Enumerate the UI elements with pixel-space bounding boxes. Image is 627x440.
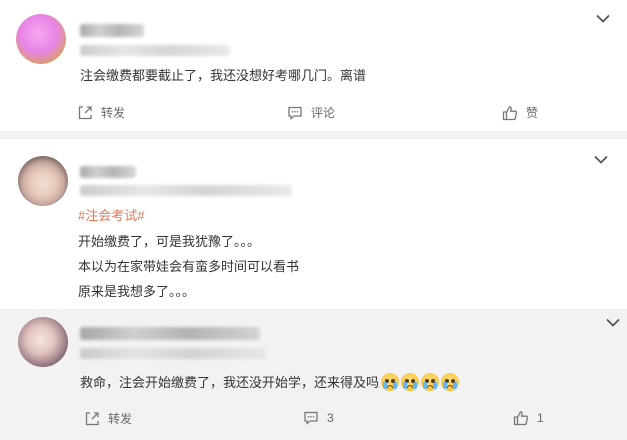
hashtag-link[interactable]: #注会考试#: [78, 207, 144, 225]
thumbs-up-icon: [513, 411, 529, 426]
thumbs-up-icon: [502, 105, 518, 120]
like-label: 赞: [526, 106, 539, 120]
chevron-down-icon[interactable]: [606, 318, 620, 327]
avatar[interactable]: [16, 14, 66, 64]
post-meta-redacted: [80, 45, 230, 56]
repost-button[interactable]: 转发: [77, 104, 125, 121]
crying-emoji-icon: [421, 373, 440, 391]
comment-button[interactable]: 评论: [287, 104, 335, 121]
repost-label: 转发: [108, 412, 133, 426]
comment-label: 评论: [311, 106, 336, 120]
comment-line: 原来是我想多了。。。: [78, 284, 196, 299]
comment-icon: [288, 106, 302, 120]
chevron-down-icon[interactable]: [594, 155, 608, 164]
avatar[interactable]: [18, 156, 68, 206]
like-button[interactable]: 赞: [502, 104, 538, 121]
crying-emoji-icon: [441, 373, 460, 391]
share-icon: [85, 411, 99, 425]
post-meta-redacted: [80, 348, 266, 359]
like-button[interactable]: 1: [513, 410, 544, 426]
comment-line: 本以为在家带娃会有蛮多时间可以看书: [78, 259, 300, 274]
crying-emoji-icon: [401, 373, 420, 391]
comment-line: 开始缴费了，可是我犹豫了。。。: [78, 234, 261, 249]
comment-button[interactable]: 3: [303, 410, 334, 426]
username-redacted[interactable]: [80, 24, 144, 37]
comment-count: 3: [327, 411, 334, 425]
repost-button[interactable]: 转发: [84, 410, 132, 427]
comment-text: 救命，注会开始缴费了，我还没开始学，还来得及吗: [80, 375, 380, 390]
comment-card-1: 注会缴费都要截止了，我还没想好考哪几门。离谱 转发 评论 赞: [0, 0, 627, 131]
comment-text-wrap: 救命，注会开始缴费了，我还没开始学，还来得及吗: [80, 373, 460, 392]
username-redacted[interactable]: [80, 327, 260, 340]
avatar[interactable]: [18, 317, 68, 367]
chevron-down-icon[interactable]: [596, 14, 610, 23]
share-icon: [78, 105, 92, 119]
like-count: 1: [537, 411, 544, 425]
post-meta-redacted: [80, 185, 292, 196]
crying-emoji-icon: [381, 373, 400, 391]
repost-label: 转发: [101, 106, 126, 120]
username-redacted[interactable]: [80, 166, 136, 178]
comment-text: 注会缴费都要截止了，我还没想好考哪几门。离谱: [80, 68, 367, 83]
comment-icon: [304, 411, 318, 425]
